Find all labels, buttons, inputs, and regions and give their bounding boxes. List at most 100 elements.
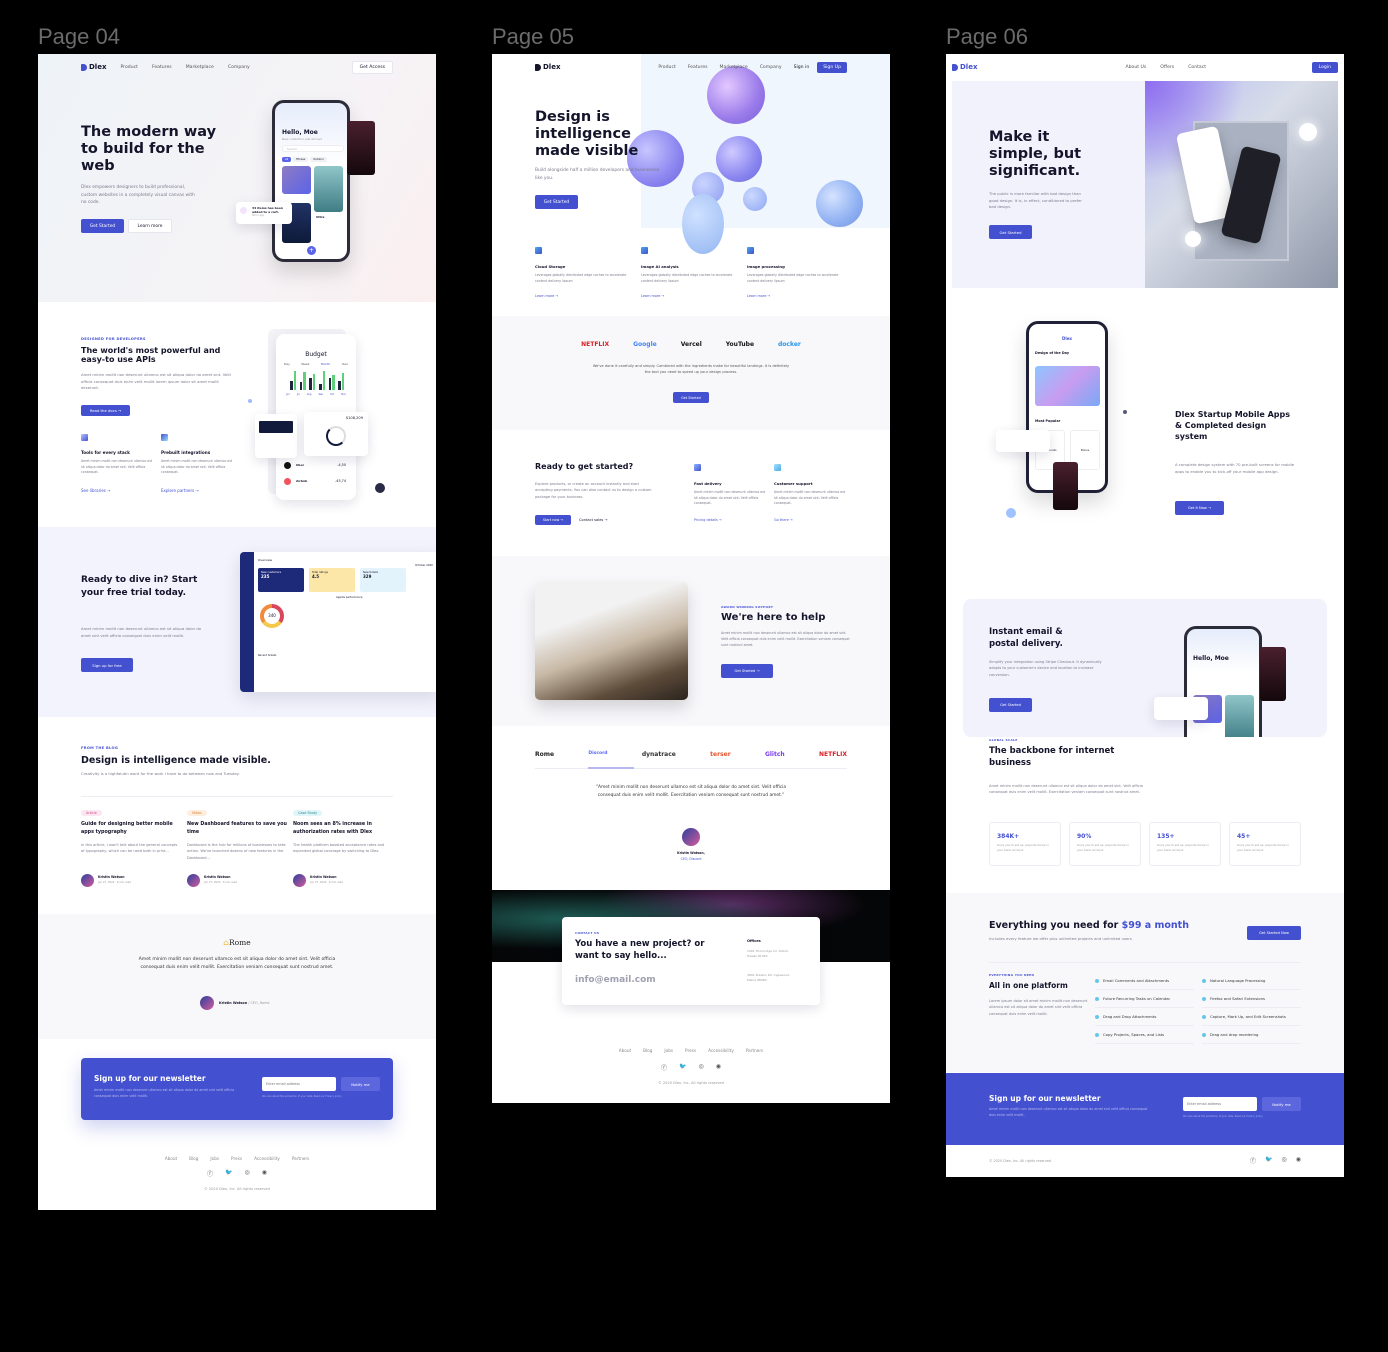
brand-tab-netflix[interactable]: NETFLIX: [819, 751, 847, 758]
post-meta: Jun 27, 2020 · 6 min read: [98, 881, 131, 884]
facebook-icon[interactable]: ⓕ: [1250, 1156, 1256, 1165]
nav-company[interactable]: Company: [760, 65, 782, 70]
month: Nov: [341, 393, 346, 396]
nav-contact[interactable]: Contact: [1188, 65, 1206, 70]
footer-link[interactable]: Accessibility: [708, 1048, 734, 1053]
learn-more-link[interactable]: Learn more →: [747, 294, 770, 298]
get-started-button[interactable]: Get Started →: [721, 664, 773, 678]
twitter-icon[interactable]: 🐦: [679, 1063, 686, 1072]
dashboard-sidebar: [240, 552, 254, 692]
post-title[interactable]: New Dashboard features to save you time: [187, 821, 287, 836]
footer-link[interactable]: Press: [685, 1048, 696, 1053]
footer-link[interactable]: Blog: [643, 1048, 652, 1053]
privacy-note: We care about the protection of your dat…: [1183, 1115, 1263, 1118]
feature-text: Amet minim mollit non deserunt ullamco e…: [81, 459, 153, 475]
newsletter-email-input[interactable]: [262, 1077, 336, 1091]
explore-partners-link[interactable]: Explore partners →: [161, 488, 199, 493]
nav-product[interactable]: Product: [658, 65, 675, 70]
sphere: [816, 180, 863, 227]
contact-email[interactable]: info@email.com: [575, 975, 656, 985]
backbone-text: Amet minim mollit non deserunt ullamco e…: [989, 784, 1143, 795]
hero-title: Design is intelligence made visible: [535, 109, 639, 160]
footer-link[interactable]: Accessibility: [254, 1156, 280, 1161]
notify-me-button[interactable]: Notify me: [341, 1077, 380, 1091]
twitter-icon[interactable]: 🐦: [1265, 1156, 1272, 1165]
instagram-icon[interactable]: ◎: [245, 1169, 250, 1178]
sign-up-free-button[interactable]: Sign up for free: [81, 658, 133, 672]
brand-logo[interactable]: Dlex: [81, 63, 106, 71]
privacy-policy-link[interactable]: Privacy policy: [1246, 1115, 1262, 1118]
page-label-05: Page 05: [492, 24, 574, 49]
tab[interactable]: Year: [342, 362, 348, 366]
see-libraries-link[interactable]: See libraries →: [81, 488, 111, 493]
login-button[interactable]: Login: [1311, 61, 1338, 73]
footer-link[interactable]: Partners: [292, 1156, 309, 1161]
tab[interactable]: Day: [284, 362, 290, 366]
learn-more-link[interactable]: Learn more →: [641, 294, 664, 298]
footer-link[interactable]: Jobs: [210, 1156, 219, 1161]
get-started-button[interactable]: Get Started: [673, 392, 709, 403]
tab[interactable]: Month: [321, 362, 330, 366]
tab[interactable]: Week: [301, 362, 309, 366]
nav-offers[interactable]: Offers: [1160, 65, 1174, 70]
start-now-button[interactable]: Start now →: [535, 515, 571, 525]
instagram-icon[interactable]: ◎: [699, 1063, 704, 1072]
transaction-name: Uber: [296, 463, 305, 467]
get-started-button[interactable]: Get Started: [81, 219, 124, 233]
post-excerpt: Dashboard is the hub for millions of bus…: [187, 843, 286, 860]
post-title[interactable]: Noom sees an 8% increase in authorizatio…: [293, 821, 393, 836]
sign-in-link[interactable]: Sign in: [794, 65, 810, 70]
brand-tab-rome[interactable]: Rome: [535, 751, 554, 758]
get-it-now-button[interactable]: Get it Now →: [1175, 501, 1224, 515]
get-started-button[interactable]: Get Started: [989, 698, 1032, 712]
sign-up-button[interactable]: Sign Up: [817, 61, 847, 73]
github-icon[interactable]: ◉: [1296, 1156, 1301, 1165]
newsletter-email-input[interactable]: [1183, 1097, 1257, 1111]
nav-marketplace[interactable]: Marketplace: [186, 65, 214, 70]
footer-link[interactable]: Press: [231, 1156, 242, 1161]
get-started-button[interactable]: Get Started: [535, 195, 578, 209]
post-title[interactable]: Guide for designing better mobile apps t…: [81, 821, 181, 836]
nav-features[interactable]: Features: [152, 65, 172, 70]
footer-link[interactable]: Partners: [746, 1048, 763, 1053]
pricing-details-link[interactable]: Pricing details →: [694, 518, 722, 522]
brand-logo[interactable]: Dlex: [952, 63, 977, 71]
footer-link[interactable]: About: [165, 1156, 177, 1161]
image-processing-icon: [747, 247, 754, 254]
brand-tab-glitch[interactable]: Glitch: [765, 751, 785, 758]
github-icon[interactable]: ◉: [716, 1063, 721, 1072]
footer-link[interactable]: Blog: [189, 1156, 198, 1161]
hero-text: The public is more familiar with bad des…: [989, 191, 1082, 210]
get-started-now-button[interactable]: Get Started Now: [1247, 926, 1301, 940]
twitter-icon[interactable]: 🐦: [225, 1169, 232, 1178]
get-access-button[interactable]: Get Access: [351, 60, 393, 74]
read-docs-label: Read the docs: [89, 408, 117, 413]
brand-name: Rome: [229, 938, 251, 947]
notify-me-button[interactable]: Notify me: [1262, 1097, 1301, 1111]
nav-features[interactable]: Features: [688, 65, 708, 70]
read-docs-button[interactable]: Read the docs →: [81, 405, 130, 416]
decor-dot: [375, 483, 385, 493]
brand-tab-dynatrace[interactable]: dynatrace: [642, 751, 676, 758]
learn-more-link[interactable]: Learn more →: [535, 294, 558, 298]
get-started-button[interactable]: Get Started: [989, 225, 1032, 239]
instagram-icon[interactable]: ◎: [1282, 1156, 1287, 1165]
contact-sales-link[interactable]: Contact sales →: [579, 518, 607, 522]
github-icon[interactable]: ◉: [262, 1169, 267, 1178]
brand-tab-terser[interactable]: terser: [710, 751, 731, 758]
facebook-icon[interactable]: ⓕ: [207, 1169, 213, 1178]
nav-product[interactable]: Product: [120, 65, 137, 70]
go-there-link[interactable]: Go there →: [774, 518, 793, 522]
brand-logo[interactable]: Dlex: [535, 63, 560, 71]
logo-icon: [81, 63, 87, 71]
learn-more-button[interactable]: Learn more: [128, 219, 172, 233]
facebook-icon[interactable]: ⓕ: [661, 1063, 667, 1072]
social-icons: ⓕ 🐦 ◎ ◉: [492, 1063, 890, 1072]
nav-about[interactable]: About Us: [1125, 65, 1146, 70]
nav-company[interactable]: Company: [228, 65, 250, 70]
privacy-policy-link[interactable]: Privacy policy: [325, 1095, 341, 1098]
footer-link[interactable]: Jobs: [664, 1048, 673, 1053]
footer-link[interactable]: About: [619, 1048, 631, 1053]
nav-marketplace[interactable]: Marketplace: [720, 65, 748, 70]
brand-tab-discord[interactable]: Discord: [588, 751, 607, 758]
